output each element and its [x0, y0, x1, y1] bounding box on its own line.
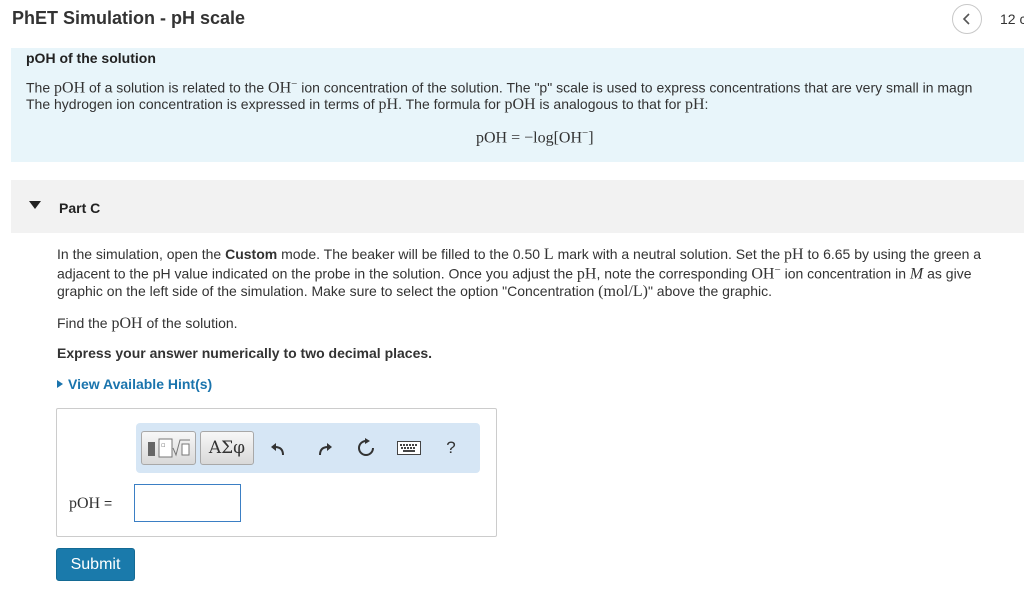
math-unit: (mol/L) — [598, 283, 648, 300]
intro-panel: pOH of the solution The pOH of a solutio… — [11, 48, 1024, 162]
math-ph: pH — [576, 265, 597, 283]
answer-format-instruction: Express your answer numerically to two d… — [57, 345, 433, 361]
page-header: PhET Simulation - pH scale 12 c — [0, 0, 1024, 40]
custom-mode-text: Custom — [225, 246, 278, 262]
question-text: as give — [923, 265, 972, 282]
poh-formula: pOH = −log[OH−] — [476, 127, 594, 147]
question-text: mark with a neutral solution. Set the — [553, 246, 785, 262]
caret-right-icon — [57, 380, 63, 388]
part-c-header[interactable]: Part C — [11, 180, 1024, 233]
redo-icon — [319, 443, 332, 456]
math-poh: pOH — [111, 315, 143, 332]
math-liter: L — [543, 246, 554, 263]
math-ph: pH — [784, 246, 804, 263]
caret-down-icon — [29, 201, 41, 209]
math-molar: M — [909, 265, 924, 283]
question-text: Find the — [57, 315, 112, 331]
math-oh: OH — [751, 265, 775, 283]
math-ph: pH — [684, 96, 705, 113]
part-title: Part C — [59, 200, 101, 216]
question-text: adjacent to the pH value indicated on th… — [57, 265, 577, 282]
template-blocks-icon: ▫ — [147, 438, 190, 458]
formula-lhs: pOH = −log[OH — [476, 129, 583, 147]
question-text: to 6.65 by using the green a — [803, 246, 982, 262]
intro-text: The — [26, 79, 55, 96]
greek-symbols-button[interactable]: ΑΣφ — [200, 431, 254, 465]
answer-box: ▫ ΑΣφ ? pOH = — [56, 408, 497, 537]
page-title: PhET Simulation - pH scale — [12, 8, 246, 28]
answer-input[interactable] — [134, 484, 241, 522]
question-line-2: adjacent to the pH value indicated on th… — [57, 264, 971, 284]
view-hints-link[interactable]: View Available Hint(s) — [57, 376, 212, 392]
undo-button[interactable] — [266, 431, 292, 465]
math-ph: pH — [378, 96, 399, 113]
formula-rhs: ] — [588, 129, 594, 147]
question-text: ion concentration in — [780, 265, 910, 282]
svg-text:▫: ▫ — [161, 441, 166, 449]
question-text: of the solution. — [142, 315, 238, 331]
math-poh: pOH — [54, 79, 86, 97]
question-line-1: In the simulation, open the Custom mode.… — [57, 246, 981, 264]
question-text: " above the graphic. — [647, 283, 772, 299]
page-counter: 12 c — [1000, 11, 1024, 27]
find-instruction: Find the pOH of the solution. — [57, 315, 238, 333]
question-line-3: graphic on the left side of the simulati… — [57, 283, 772, 301]
undo-icon — [271, 443, 284, 456]
keyboard-icon — [397, 441, 421, 455]
question-text: In the simulation, open the — [57, 246, 226, 262]
math-poh: pOH — [504, 96, 536, 113]
reset-icon — [358, 438, 374, 456]
question-text: graphic on the left side of the simulati… — [57, 283, 599, 299]
intro-line-2: The hydrogen ion concentration is expres… — [26, 96, 708, 114]
intro-text: of a solution is related to the — [85, 79, 269, 96]
question-text: , note the corresponding — [596, 265, 752, 282]
help-button[interactable]: ? — [438, 431, 464, 465]
question-text: mode. The beaker will be filled to the 0… — [277, 246, 544, 262]
answer-variable: pOH — [69, 495, 101, 512]
intro-text: The hydrogen ion concentration is expres… — [26, 96, 379, 112]
keyboard-button[interactable] — [394, 431, 424, 465]
math-oh: OH — [268, 79, 292, 97]
intro-text: . The formula for — [398, 96, 505, 112]
math-toolbar: ▫ ΑΣφ ? — [136, 423, 480, 473]
redo-button[interactable] — [311, 431, 337, 465]
intro-title: pOH of the solution — [26, 50, 156, 66]
answer-label: pOH = — [69, 495, 112, 513]
previous-button[interactable] — [952, 4, 982, 34]
intro-text: : — [704, 96, 709, 112]
intro-line-1: The pOH of a solution is related to the … — [26, 78, 972, 98]
intro-text: is analogous to that for — [535, 96, 685, 112]
submit-button[interactable]: Submit — [56, 548, 135, 581]
chevron-left-icon — [962, 13, 970, 25]
intro-text: ion concentration of the solution. The "… — [297, 79, 973, 96]
equals-sign: = — [100, 495, 113, 511]
reset-button[interactable] — [351, 431, 381, 465]
hint-link-label: View Available Hint(s) — [68, 376, 213, 392]
templates-button[interactable]: ▫ — [141, 431, 196, 465]
